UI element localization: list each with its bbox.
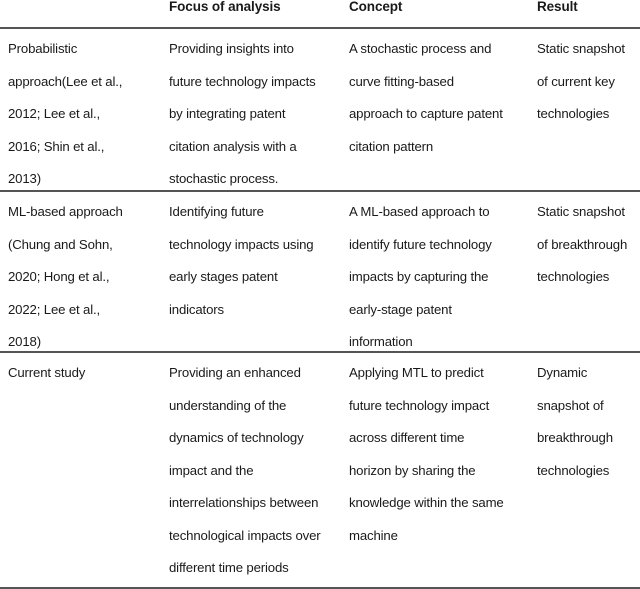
cell-concept: A ML-based approach to identify future t…	[349, 204, 492, 349]
cell-focus-of-analysis: Providing insights into future technolog…	[169, 41, 316, 186]
cell-approach: Current study	[8, 365, 86, 380]
cell-result: Static snapshot of current key technolog…	[537, 41, 625, 121]
cell-result: Static snapshot of breakthrough technolo…	[537, 204, 628, 284]
cell-approach: ML-based approach (Chung and Sohn, 2020;…	[8, 204, 123, 349]
cell-approach: Probabilistic approach(Lee et al., 2012;…	[8, 41, 123, 186]
cell-focus-of-analysis: Identifying future technology impacts us…	[169, 204, 314, 317]
cell-concept: Applying MTL to predict future technolog…	[349, 365, 504, 543]
column-header-result: Result	[537, 0, 578, 14]
table-header-row: Focus of analysis Concept Result	[0, 0, 640, 29]
table-row: ML-based approach (Chung and Sohn, 2020;…	[0, 192, 640, 353]
table-row: Probabilistic approach(Lee et al., 2012;…	[0, 29, 640, 192]
cell-focus-of-analysis: Providing an enhanced understanding of t…	[169, 365, 321, 575]
column-header-concept: Concept	[349, 0, 403, 14]
table-row: Current study Providing an enhanced unde…	[0, 353, 640, 589]
column-header-approach	[0, 14, 159, 27]
column-header-focus-of-analysis: Focus of analysis	[169, 0, 281, 14]
cell-concept: A stochastic process and curve fitting-b…	[349, 41, 503, 154]
cell-result: Dynamic snapshot of breakthrough technol…	[537, 365, 613, 478]
comparison-table: Focus of analysis Concept Result Probabi…	[0, 0, 640, 589]
